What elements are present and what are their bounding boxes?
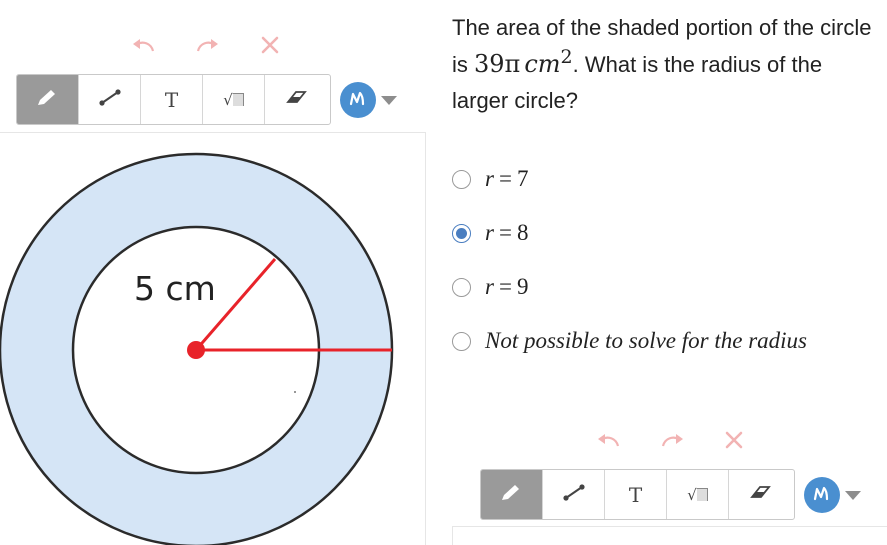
answer-text-tool-label: T — [628, 482, 643, 507]
answer-undo-icon[interactable] — [595, 428, 623, 452]
choice-operator: = — [498, 274, 512, 299]
line-icon — [561, 481, 587, 508]
choice-label: r = 9 — [485, 274, 528, 300]
choice-variable: r — [485, 166, 494, 191]
sqrt-icon: √ — [223, 91, 244, 109]
radio-button[interactable] — [452, 331, 471, 351]
radio-button[interactable] — [452, 169, 471, 189]
inner-radius-label: 5 cm — [134, 269, 216, 308]
area-expression: 39π cm2 — [474, 48, 573, 79]
answer-pencil-tool-button[interactable] — [481, 470, 543, 519]
answer-work-area[interactable] — [452, 526, 887, 545]
radio-button[interactable] — [452, 277, 471, 297]
drawing-toolbar-bottom: T √ — [480, 469, 795, 520]
choice-value: 8 — [516, 220, 529, 245]
drawing-canvas[interactable]: 5 cm — [0, 132, 426, 545]
pencil-tool-button[interactable] — [17, 75, 79, 124]
answer-pen-color-button[interactable] — [804, 477, 840, 513]
pen-stroke-icon — [348, 89, 368, 112]
choice-operator: = — [498, 166, 512, 191]
answer-clear-icon[interactable] — [720, 428, 748, 452]
answer-eraser-tool-button[interactable] — [729, 470, 791, 519]
choice-label: r = 8 — [485, 220, 528, 246]
eraser-icon — [284, 88, 308, 111]
text-tool-button[interactable]: T — [141, 75, 203, 124]
choice-label: Not possible to solve for the radius — [485, 328, 807, 353]
answer-line-tool-button[interactable] — [543, 470, 605, 519]
choice-variable: r — [485, 220, 494, 245]
sqrt-icon: √ — [687, 486, 708, 504]
answer-choice-3[interactable]: r = 9 — [452, 274, 528, 300]
choice-value: 9 — [516, 274, 529, 299]
drawing-toolbar-top: T √ — [16, 74, 331, 125]
answer-redo-icon[interactable] — [658, 428, 686, 452]
eraser-tool-button[interactable] — [265, 75, 327, 124]
answer-choice-1[interactable]: r = 7 — [452, 166, 528, 192]
answer-choice-4[interactable]: Not possible to solve for the radius — [452, 328, 807, 354]
chevron-down-icon[interactable] — [845, 491, 861, 500]
undo-icon[interactable] — [130, 33, 158, 57]
choice-label: r = 7 — [485, 166, 528, 192]
redo-icon[interactable] — [193, 33, 221, 57]
choice-operator: = — [498, 220, 512, 245]
answer-math-tool-button[interactable]: √ — [667, 470, 729, 519]
math-tool-button[interactable]: √ — [203, 75, 265, 124]
pencil-icon — [500, 482, 524, 507]
chevron-down-icon[interactable] — [381, 96, 397, 105]
math-tool-label: √ — [223, 90, 233, 109]
line-icon — [97, 86, 123, 113]
choice-variable: r — [485, 274, 494, 299]
area-exponent: 2 — [560, 46, 573, 68]
question-block: The area of the shaded portion of the ci… — [452, 10, 884, 119]
choice-value: 7 — [516, 166, 529, 191]
pen-color-button[interactable] — [340, 82, 376, 118]
eraser-icon — [748, 483, 772, 506]
answer-choice-2[interactable]: r = 8 — [452, 220, 528, 246]
radio-button[interactable] — [452, 223, 471, 243]
pen-stroke-icon — [812, 484, 832, 507]
radio-selected-dot — [456, 227, 467, 239]
text-tool-label: T — [164, 87, 179, 112]
pencil-icon — [36, 87, 60, 112]
line-tool-button[interactable] — [79, 75, 141, 124]
answer-math-tool-label: √ — [687, 485, 697, 504]
area-value: 39π — [474, 50, 521, 78]
clear-icon[interactable] — [256, 33, 284, 57]
answer-text-tool-button[interactable]: T — [605, 470, 667, 519]
area-unit: cm — [524, 50, 561, 78]
circle-figure — [0, 152, 394, 545]
center-point — [187, 341, 205, 359]
